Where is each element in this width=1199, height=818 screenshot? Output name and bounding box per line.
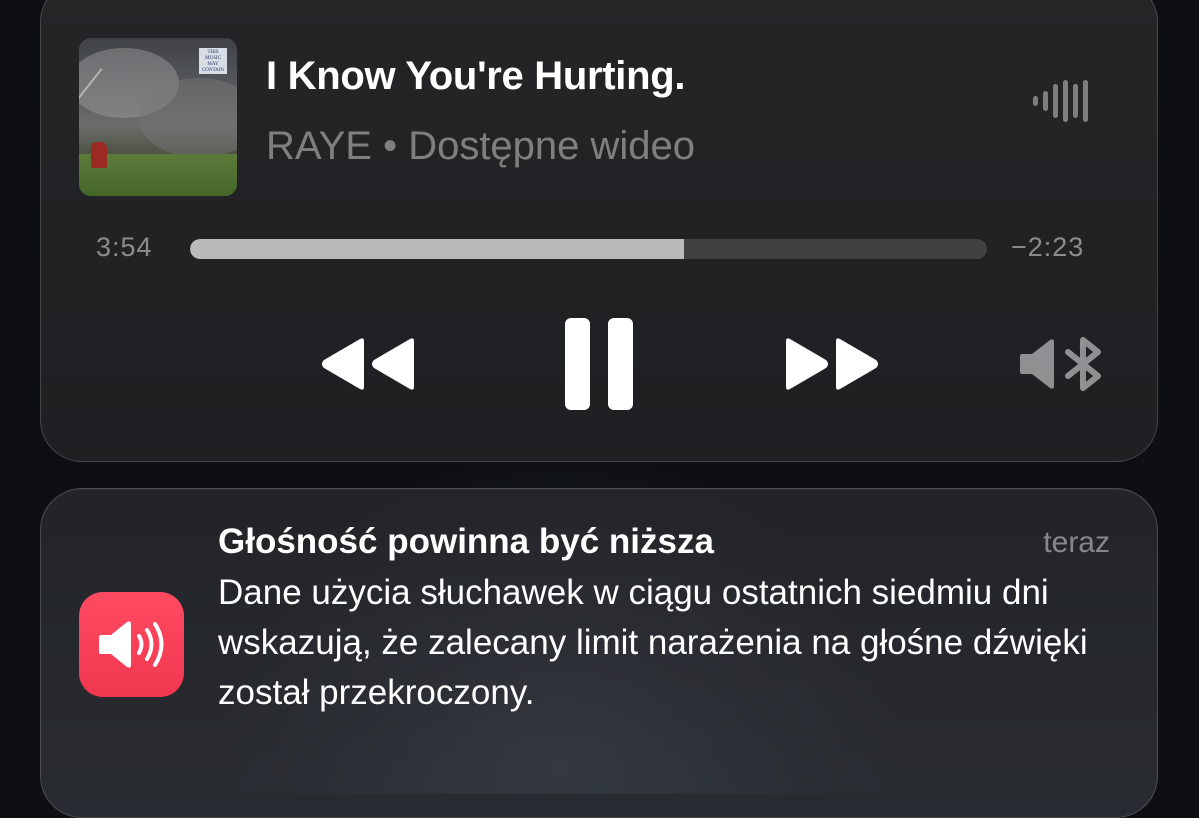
speaker-volume-icon — [79, 592, 184, 697]
track-subtitle: RAYE • Dostępne wideo — [266, 124, 696, 168]
fast-forward-icon[interactable] — [782, 335, 882, 393]
elapsed-time: 3:54 — [96, 232, 153, 262]
bluetooth-speaker-icon[interactable] — [1020, 336, 1104, 392]
audio-waveform-icon[interactable] — [1033, 80, 1088, 122]
progress-fill — [190, 239, 685, 259]
remaining-time: −2:23 — [1011, 232, 1085, 262]
progress-scrubber[interactable] — [190, 239, 987, 259]
pause-icon[interactable] — [563, 316, 635, 412]
track-title: I Know You're Hurting. — [266, 54, 686, 98]
notification-body: Dane użycia słuchawek w ciągu ostatnich … — [218, 573, 1088, 712]
notification-time: teraz — [1043, 526, 1110, 559]
notification-title: Głośność powinna być niższa — [218, 522, 714, 561]
rewind-icon[interactable] — [318, 335, 418, 393]
album-art[interactable]: THIS MUSIC MAY CONTAIN — [79, 38, 237, 196]
